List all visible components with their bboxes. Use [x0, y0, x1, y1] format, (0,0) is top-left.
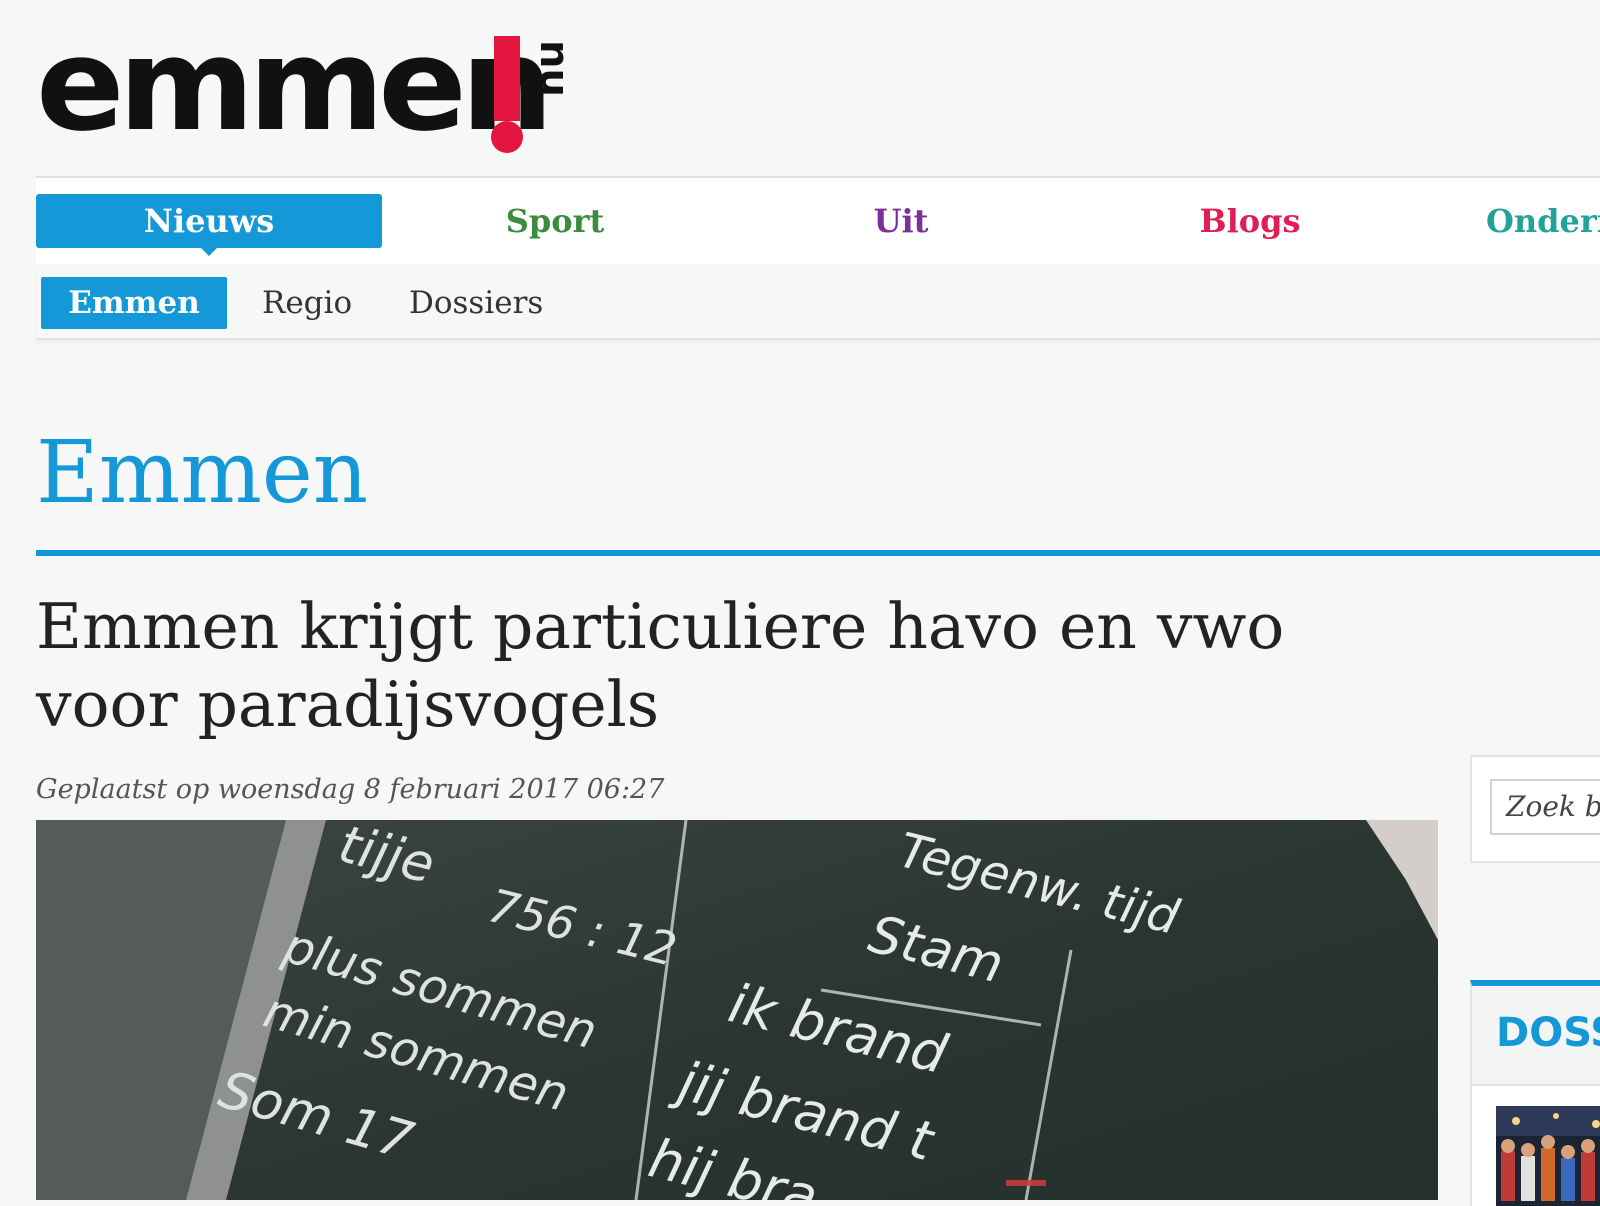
article-title: Emmen krijgt particuliere havo en vwo vo…: [36, 590, 1285, 741]
sub-nav-item-regio[interactable]: Regio: [262, 277, 352, 329]
chalkboard-illustration: tijje 756 : 12 plus sommen min sommen So…: [36, 820, 1438, 1200]
site-logo[interactable]: emmen nu: [36, 22, 577, 153]
sub-nav-item-dossiers[interactable]: Dossiers: [409, 277, 543, 329]
logo-suffix: nu: [531, 40, 577, 97]
logo-exclamation-dot: [491, 121, 523, 153]
sidebar-search-widget: Zoek bi: [1470, 755, 1600, 863]
section-title: Emmen: [36, 423, 369, 523]
main-nav-item-blogs[interactable]: Blogs: [1074, 194, 1426, 248]
sub-nav: Emmen Regio Dossiers: [36, 264, 1600, 340]
main-nav-item-uit[interactable]: Uit: [728, 194, 1074, 248]
main-nav: Nieuws Sport Uit Blogs Ondern: [36, 176, 1600, 266]
article-image-chalkboard: tijje 756 : 12 plus sommen min sommen So…: [36, 820, 1438, 1200]
logo-exclamation-bar: [494, 36, 520, 121]
sub-nav-item-emmen[interactable]: Emmen: [41, 277, 227, 329]
sidebar-search-input[interactable]: Zoek bi: [1490, 779, 1600, 835]
section-divider: [36, 550, 1600, 556]
logo-wordmark: emmen: [36, 11, 554, 160]
main-nav-item-nieuws[interactable]: Nieuws: [36, 194, 382, 256]
article-publish-date: Geplaatst op woensdag 8 februari 2017 06…: [36, 774, 665, 805]
main-nav-item-sport[interactable]: Sport: [382, 194, 728, 248]
sidebar-dossier-thumbnail[interactable]: [1496, 1106, 1600, 1206]
sidebar-dossiers-widget: DOSS: [1470, 980, 1600, 1206]
main-nav-item-ondernemen[interactable]: Ondern: [1486, 194, 1600, 248]
sidebar-dossiers-header: DOSS: [1472, 986, 1600, 1086]
dossier-thumbnail-image: [1496, 1106, 1600, 1206]
sidebar-dossiers-title: DOSS: [1496, 1010, 1600, 1056]
